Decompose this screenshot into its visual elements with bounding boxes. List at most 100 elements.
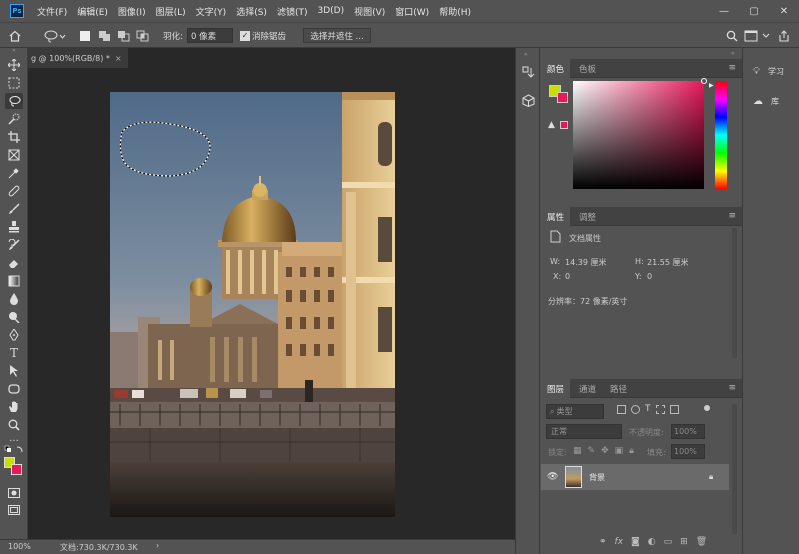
stamp-icon[interactable]: [5, 219, 23, 235]
menu-image[interactable]: 图像(I): [113, 5, 151, 18]
lasso-preset-icon[interactable]: [44, 28, 66, 43]
layers-panel-menu-icon[interactable]: ≡: [728, 383, 736, 393]
lock-artboard-icon[interactable]: ▣: [615, 446, 624, 456]
menu-file[interactable]: 文件(F): [32, 5, 72, 18]
search-icon[interactable]: [726, 28, 738, 43]
layer-filter-select[interactable]: ⌕ 类型: [546, 404, 604, 419]
antialias-checkbox[interactable]: ✓: [240, 28, 250, 43]
eyedropper-icon[interactable]: [5, 165, 23, 181]
zoom-icon[interactable]: [5, 417, 23, 433]
height-value[interactable]: 21.55 厘米: [647, 257, 688, 268]
properties-scrollbar[interactable]: [732, 228, 737, 358]
filter-adjustment-icon[interactable]: [631, 405, 640, 414]
fill-input[interactable]: 100%: [671, 444, 705, 459]
properties-panel-menu-icon[interactable]: ≡: [728, 211, 736, 221]
canvas-image[interactable]: [110, 92, 395, 517]
brush-icon[interactable]: [5, 201, 23, 217]
tab-layers[interactable]: 图层: [541, 379, 571, 398]
new-selection-icon[interactable]: [80, 28, 90, 43]
menu-view[interactable]: 视图(V): [349, 5, 390, 18]
status-menu-arrow[interactable]: ›: [156, 541, 159, 550]
subtract-selection-icon[interactable]: [117, 28, 131, 43]
marquee-icon[interactable]: [5, 75, 23, 91]
quick-mask-icon[interactable]: [5, 485, 23, 501]
hue-slider[interactable]: [715, 81, 727, 189]
filter-smart-icon[interactable]: [669, 405, 679, 414]
screen-mode-icon[interactable]: [5, 502, 23, 518]
filter-toggle-icon[interactable]: [704, 405, 710, 411]
adjustment-layer-icon[interactable]: ◐: [648, 537, 656, 547]
dodge-icon[interactable]: [5, 309, 23, 325]
tab-color[interactable]: 颜色: [541, 59, 571, 78]
feather-input[interactable]: 0 像素: [187, 28, 233, 43]
y-value[interactable]: 0: [647, 272, 652, 281]
new-layer-icon[interactable]: ⊞: [680, 537, 688, 547]
gradient-icon[interactable]: [5, 273, 23, 289]
lock-transparent-icon[interactable]: ▦: [573, 446, 582, 456]
home-icon[interactable]: [8, 28, 22, 43]
learn-panel-button[interactable]: 💡︎ 学习: [747, 60, 797, 82]
add-selection-icon[interactable]: [98, 28, 112, 43]
menu-type[interactable]: 文字(Y): [191, 5, 232, 18]
color-field[interactable]: [573, 78, 707, 189]
blend-mode-select[interactable]: 正常: [546, 424, 622, 439]
menu-layer[interactable]: 图层(L): [151, 5, 191, 18]
tab-channels[interactable]: 通道: [573, 379, 602, 398]
menu-filter[interactable]: 滤镜(T): [272, 5, 313, 18]
healing-icon[interactable]: [5, 183, 23, 199]
tab-paths[interactable]: 路径: [604, 379, 633, 398]
filter-type-icon[interactable]: T: [645, 405, 651, 414]
tab-adjustments[interactable]: 调整: [573, 207, 602, 226]
crop-icon[interactable]: [5, 129, 23, 145]
link-layers-icon[interactable]: ⚭: [599, 537, 607, 547]
libraries-panel-button[interactable]: ☁︎ 库: [747, 90, 797, 112]
color-picker-cursor[interactable]: [701, 78, 707, 84]
menu-window[interactable]: 窗口(W): [390, 5, 434, 18]
tab-swatches[interactable]: 色板: [573, 59, 602, 78]
quick-select-icon[interactable]: [5, 111, 23, 127]
menu-select[interactable]: 选择(S): [231, 5, 272, 18]
close-document-icon[interactable]: ×: [115, 54, 122, 63]
width-value[interactable]: 14.39 厘米: [565, 257, 606, 268]
color-bg-swatch[interactable]: [557, 92, 568, 103]
x-value[interactable]: 0: [565, 272, 570, 281]
hand-icon[interactable]: [5, 399, 23, 415]
lock-pixels-icon[interactable]: ✎: [588, 446, 596, 456]
lock-position-icon[interactable]: ✥: [601, 446, 609, 456]
hue-slider-handle[interactable]: ▶: [709, 82, 714, 89]
frame-icon[interactable]: [5, 147, 23, 163]
collapse-strip-icon[interactable]: «: [524, 51, 528, 58]
add-mask-icon[interactable]: ◙: [631, 537, 640, 547]
background-color-swatch[interactable]: [11, 464, 22, 475]
share-icon[interactable]: [778, 28, 790, 43]
shape-icon[interactable]: [5, 381, 23, 397]
opacity-input[interactable]: 100%: [671, 424, 705, 439]
new-group-icon[interactable]: ▭: [664, 537, 673, 547]
zoom-level[interactable]: 100%: [8, 542, 31, 551]
tab-properties[interactable]: 属性: [541, 207, 571, 226]
restore-button[interactable]: ▢: [739, 0, 769, 22]
lasso-icon[interactable]: [5, 93, 23, 109]
document-tab[interactable]: g @ 100%(RGB/8) * ×: [28, 48, 128, 68]
history-brush-icon[interactable]: [5, 237, 23, 253]
close-window-button[interactable]: ✕: [769, 0, 799, 22]
move-icon[interactable]: [5, 57, 23, 73]
path-select-icon[interactable]: [5, 363, 23, 379]
layers-scrollbar[interactable]: [732, 404, 737, 534]
layer-name[interactable]: 背景: [589, 472, 605, 483]
select-and-mask-button[interactable]: 选择并遮住 ...: [303, 28, 371, 43]
workspace-icon[interactable]: [744, 28, 772, 43]
layer-row[interactable]: 👁︎ 背景 🔒︎: [541, 464, 729, 490]
menu-3d[interactable]: 3D(D): [312, 6, 349, 16]
menu-edit[interactable]: 编辑(E): [72, 5, 113, 18]
color-panel-menu-icon[interactable]: ≡: [728, 63, 736, 73]
lock-all-icon[interactable]: 🔒︎: [629, 446, 634, 456]
history-panel-icon[interactable]: [522, 66, 535, 82]
default-colors-icon[interactable]: [4, 445, 24, 455]
intersect-selection-icon[interactable]: [136, 28, 150, 43]
layer-style-icon[interactable]: fx: [615, 537, 624, 547]
blur-icon[interactable]: [5, 291, 23, 307]
3d-panel-icon[interactable]: [522, 94, 535, 110]
pen-icon[interactable]: [5, 327, 23, 343]
filter-pixel-icon[interactable]: [617, 405, 626, 414]
